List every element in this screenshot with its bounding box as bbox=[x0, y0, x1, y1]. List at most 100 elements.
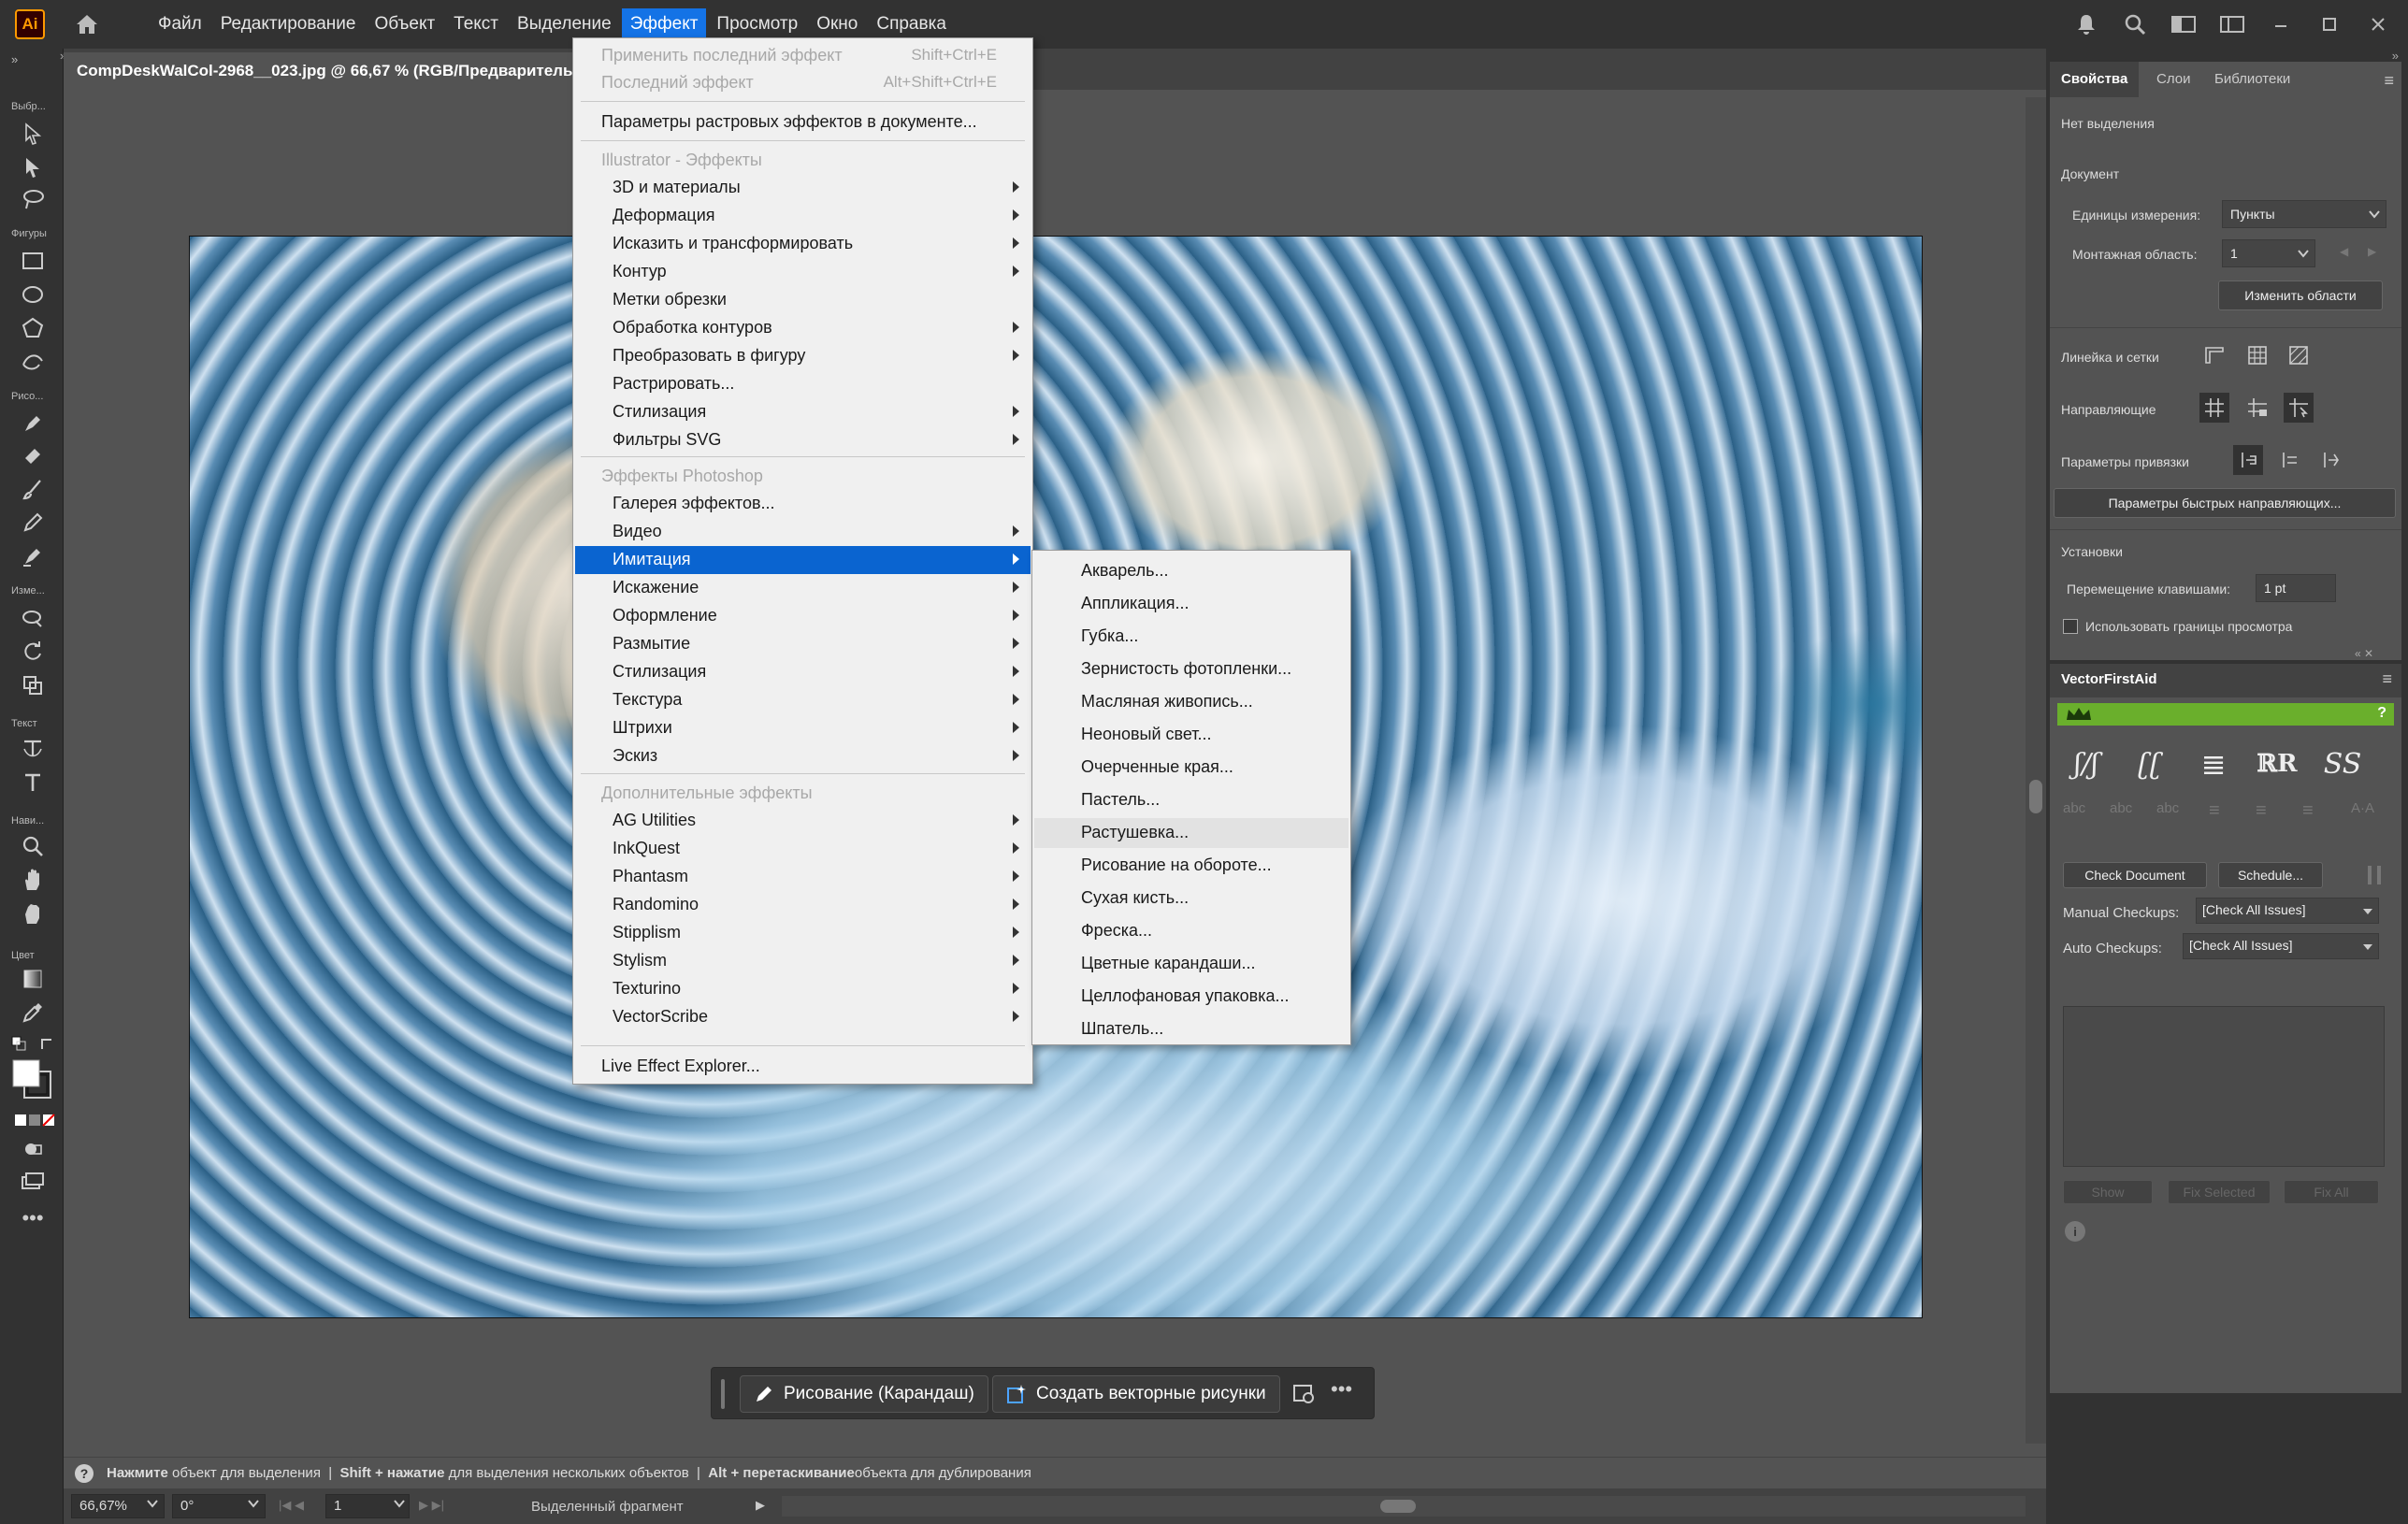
image-properties-icon[interactable] bbox=[1291, 1381, 1318, 1407]
polygon-tool-icon[interactable] bbox=[19, 314, 47, 342]
first-artboard-icon[interactable]: |◀ ◀ bbox=[279, 1498, 304, 1513]
color-mode-icons[interactable] bbox=[13, 1111, 56, 1129]
auto-checkups-select[interactable]: [Check All Issues] bbox=[2183, 933, 2379, 959]
artboard-dropdown-icon[interactable] bbox=[2297, 247, 2310, 265]
preview-bounds-checkbox[interactable] bbox=[2063, 619, 2078, 634]
document-tab[interactable]: CompDeskWalCol-2968__023.jpg @ 66,67 % (… bbox=[64, 52, 587, 90]
rotate-view-tool-icon[interactable] bbox=[19, 899, 47, 927]
artboard-dropdown-icon[interactable] bbox=[393, 1497, 406, 1514]
schedule-button[interactable]: Schedule... bbox=[2218, 862, 2323, 888]
submenu-artistic-item-6[interactable]: Очерченные края... bbox=[1034, 753, 1348, 783]
more-options-icon[interactable]: ••• bbox=[1331, 1377, 1352, 1402]
menu-apply-last-effect[interactable]: Применить последний эффект Shift+Ctrl+E bbox=[575, 42, 1031, 70]
type-tool-icon[interactable] bbox=[19, 769, 47, 797]
lock-guides-icon[interactable] bbox=[2242, 393, 2272, 423]
fix-styles-icon[interactable]: SS bbox=[2315, 739, 2370, 789]
last-artboard-icon[interactable]: ▶ ▶| bbox=[419, 1498, 444, 1513]
pause-icon[interactable] bbox=[2368, 866, 2381, 884]
menu-illustrator-effect-4[interactable]: Метки обрезки bbox=[575, 286, 1031, 314]
next-artboard-icon[interactable]: ▶ bbox=[2368, 245, 2376, 258]
menu-additional-effect-5[interactable]: Stylism bbox=[575, 947, 1031, 975]
shaper-tool-icon[interactable] bbox=[19, 348, 47, 376]
collapse-dock-icon[interactable]: » bbox=[2392, 49, 2399, 63]
menu-photoshop-effect-5[interactable]: Размытие bbox=[575, 630, 1031, 658]
menu-effect[interactable]: Эффект bbox=[621, 8, 707, 40]
tab-properties[interactable]: Свойства bbox=[2050, 62, 2140, 97]
width-tool-icon[interactable] bbox=[19, 604, 47, 632]
menu-illustrator-effect-2[interactable]: Исказить и трансформировать bbox=[575, 230, 1031, 258]
submenu-artistic-item-4[interactable]: Масляная живопись... bbox=[1034, 687, 1348, 717]
menu-view[interactable]: Просмотр bbox=[708, 8, 806, 40]
submenu-artistic-item-13[interactable]: Целлофановая упаковка... bbox=[1034, 982, 1348, 1012]
submenu-artistic-item-14[interactable]: Шпатель... bbox=[1034, 1014, 1348, 1044]
tab-layers[interactable]: Слои bbox=[2145, 62, 2201, 97]
submenu-artistic-item-8[interactable]: Растушевка... bbox=[1034, 818, 1348, 848]
menu-illustrator-effect-5[interactable]: Обработка контуров bbox=[575, 314, 1031, 342]
menu-illustrator-effect-0[interactable]: 3D и материалы bbox=[575, 174, 1031, 202]
fix-anchors-icon[interactable]: ʗʗ bbox=[2123, 739, 2177, 789]
status-menu-arrow-icon[interactable]: ▶ bbox=[756, 1498, 765, 1513]
prev-artboard-icon[interactable]: ◀ bbox=[2340, 245, 2348, 258]
direct-selection-tool-icon[interactable] bbox=[19, 153, 47, 181]
menu-illustrator-effect-8[interactable]: Стилизация bbox=[575, 398, 1031, 426]
smart-guides-settings-button[interactable]: Параметры быстрых направляющих... bbox=[2054, 488, 2396, 518]
tool-status-label[interactable]: Выделенный фрагмент bbox=[531, 1499, 684, 1515]
screen-mode-icon[interactable] bbox=[19, 1167, 47, 1195]
submenu-artistic-item-2[interactable]: Губка... bbox=[1034, 622, 1348, 652]
menu-additional-effect-6[interactable]: Texturino bbox=[575, 975, 1031, 1003]
rectangle-tool-icon[interactable] bbox=[19, 247, 47, 275]
menu-raster-effects-settings[interactable]: Параметры растровых эффектов в документе… bbox=[575, 108, 1031, 137]
info-icon[interactable]: i bbox=[2065, 1221, 2085, 1242]
submenu-artistic-item-12[interactable]: Цветные карандаши... bbox=[1034, 949, 1348, 979]
help-icon[interactable]: ? bbox=[2377, 705, 2386, 722]
type-on-path-icon[interactable] bbox=[19, 735, 47, 763]
menu-additional-effect-3[interactable]: Randomino bbox=[575, 891, 1031, 919]
eyedropper-tool-icon[interactable] bbox=[19, 999, 47, 1027]
paintbrush-tool-icon[interactable] bbox=[19, 475, 47, 503]
ruler-icon[interactable] bbox=[2199, 340, 2229, 370]
scrollbar-thumb[interactable] bbox=[2029, 780, 2042, 813]
submenu-artistic-item-5[interactable]: Неоновый свет... bbox=[1034, 720, 1348, 750]
submenu-artistic-item-3[interactable]: Зернистость фотопленки... bbox=[1034, 654, 1348, 684]
scale-tool-icon[interactable] bbox=[19, 671, 47, 699]
menu-help[interactable]: Справка bbox=[868, 8, 955, 40]
submenu-artistic-item-10[interactable]: Сухая кисть... bbox=[1034, 884, 1348, 913]
anchor-point-tool-icon[interactable] bbox=[19, 542, 47, 570]
check-document-button[interactable]: Check Document bbox=[2063, 862, 2207, 888]
panel-menu-icon[interactable]: ≡ bbox=[2384, 71, 2394, 91]
fix-all-button[interactable]: Fix All bbox=[2284, 1180, 2379, 1204]
manual-checkups-select[interactable]: [Check All Issues] bbox=[2196, 898, 2379, 924]
default-colors-icon[interactable] bbox=[9, 1034, 30, 1055]
lasso-tool-icon[interactable] bbox=[19, 185, 47, 213]
menu-illustrator-effect-6[interactable]: Преобразовать в фигуру bbox=[575, 342, 1031, 370]
vectorize-button[interactable]: Создать векторные рисунки bbox=[992, 1375, 1280, 1413]
menu-photoshop-effect-2[interactable]: Имитация bbox=[575, 546, 1031, 574]
rotate-tool-icon[interactable] bbox=[19, 638, 47, 666]
menu-select[interactable]: Выделение bbox=[509, 8, 620, 40]
scrollbar-thumb[interactable] bbox=[1380, 1500, 1416, 1513]
bell-icon[interactable] bbox=[2068, 6, 2105, 43]
submenu-artistic-item-11[interactable]: Фреска... bbox=[1034, 916, 1348, 946]
selection-tool-icon[interactable] bbox=[19, 120, 47, 148]
show-button[interactable]: Show bbox=[2063, 1180, 2153, 1204]
dropdown-arrow-icon[interactable] bbox=[2362, 905, 2373, 922]
menu-object[interactable]: Объект bbox=[366, 8, 443, 40]
menu-photoshop-effect-1[interactable]: Видео bbox=[575, 518, 1031, 546]
menu-window[interactable]: Окно bbox=[808, 8, 866, 40]
pencil-tool-icon[interactable] bbox=[19, 509, 47, 537]
keyboard-increment-field[interactable]: 1 pt bbox=[2256, 574, 2336, 602]
menu-additional-effect-0[interactable]: AG Utilities bbox=[575, 807, 1031, 835]
menu-additional-effect-1[interactable]: InkQuest bbox=[575, 835, 1031, 863]
menu-photoshop-effect-9[interactable]: Эскиз bbox=[575, 742, 1031, 770]
menu-additional-effect-2[interactable]: Phantasm bbox=[575, 863, 1031, 891]
results-list[interactable] bbox=[2063, 1006, 2385, 1167]
snap-to-point-icon[interactable] bbox=[2233, 445, 2263, 475]
collapse-toolbar-icon[interactable]: » bbox=[11, 52, 18, 66]
menu-photoshop-effect-8[interactable]: Штрихи bbox=[575, 714, 1031, 742]
menu-illustrator-effect-1[interactable]: Деформация bbox=[575, 202, 1031, 230]
collapse-panel-icon[interactable]: « ✕ bbox=[2355, 647, 2373, 660]
menu-last-effect[interactable]: Последний эффект Alt+Shift+Ctrl+E bbox=[575, 69, 1031, 97]
units-dropdown-icon[interactable] bbox=[2368, 208, 2381, 225]
fix-selected-button[interactable]: Fix Selected bbox=[2168, 1180, 2271, 1204]
menu-illustrator-effect-3[interactable]: Контур bbox=[575, 258, 1031, 286]
